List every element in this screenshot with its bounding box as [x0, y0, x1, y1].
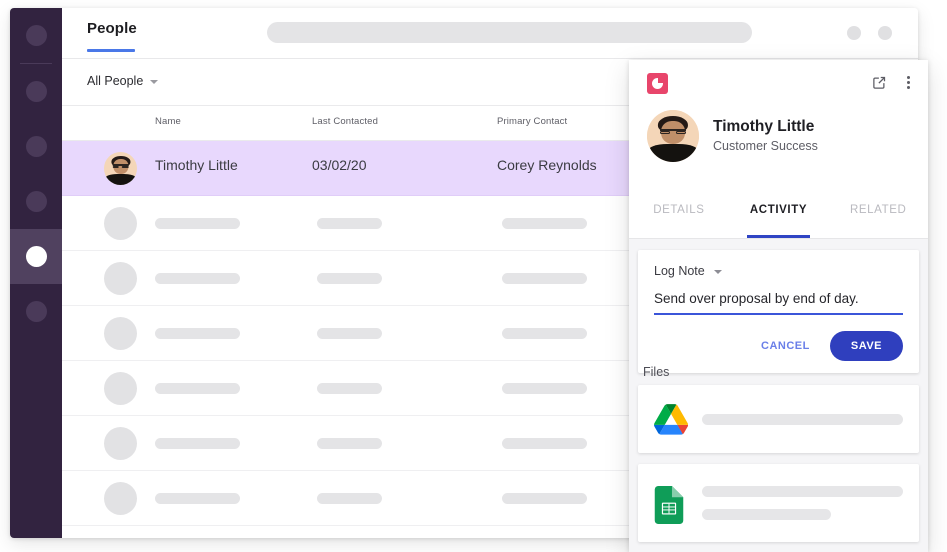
cell-placeholder-name — [155, 383, 240, 394]
screenshot-root: People All People Name Last Contacted Pr… — [0, 0, 947, 552]
open-in-new-icon[interactable] — [872, 75, 887, 90]
sidebar-item-3[interactable] — [10, 119, 62, 174]
sidebar-item-4[interactable] — [10, 174, 62, 229]
tab-activity[interactable]: ACTIVITY — [729, 198, 829, 238]
avatar-placeholder — [104, 207, 137, 240]
log-note-card: Log Note Send over proposal by end of da… — [638, 250, 919, 373]
column-header-name: Name — [155, 116, 181, 127]
file-name-placeholder — [702, 413, 903, 425]
column-header-last-contacted: Last Contacted — [312, 116, 379, 127]
cell-placeholder-last-contacted — [317, 218, 382, 229]
avatar-placeholder — [104, 427, 137, 460]
sidebar — [10, 8, 62, 538]
copper-crm-logo-icon — [647, 73, 668, 94]
avatar-placeholder — [104, 482, 137, 515]
cell-placeholder-last-contacted — [317, 383, 382, 394]
sidebar-dot-icon — [25, 136, 47, 157]
avatar — [104, 152, 137, 185]
panel-person-summary: Timothy Little Customer Success — [647, 110, 818, 162]
cancel-button[interactable]: CANCEL — [751, 333, 820, 359]
panel-tabs: DETAILS ACTIVITY RELATED — [629, 198, 928, 238]
google-drive-icon — [654, 402, 689, 436]
logo-glyph — [652, 77, 664, 89]
cell-placeholder-name — [155, 328, 240, 339]
cell-placeholder-primary-contact — [502, 493, 587, 504]
cell-placeholder-name — [155, 493, 240, 504]
sidebar-dot-icon — [25, 25, 47, 46]
cell-placeholder-primary-contact — [502, 273, 587, 284]
cell-placeholder-name — [155, 273, 240, 284]
cell-placeholder-primary-contact — [502, 328, 587, 339]
sidebar-item-2[interactable] — [10, 64, 62, 119]
kebab-menu-icon[interactable] — [900, 74, 916, 90]
file-card-drive[interactable] — [638, 385, 919, 453]
cell-placeholder-last-contacted — [317, 328, 382, 339]
tab-related[interactable]: RELATED — [828, 198, 928, 238]
google-sheets-icon — [654, 486, 688, 524]
avatar-placeholder — [104, 262, 137, 295]
topbar-icon-1[interactable] — [847, 26, 861, 40]
search-input[interactable] — [267, 22, 752, 43]
file-card-sheets[interactable] — [638, 464, 919, 542]
panel-header-actions — [872, 74, 916, 90]
cell-placeholder-last-contacted — [317, 438, 382, 449]
cell-primary-contact: Corey Reynolds — [497, 157, 597, 173]
filter-all-people-label[interactable]: All People — [87, 74, 143, 88]
sidebar-item-1[interactable] — [10, 8, 62, 63]
tab-details[interactable]: DETAILS — [629, 198, 729, 238]
cell-last-contacted: 03/02/20 — [312, 157, 367, 173]
chevron-down-icon — [713, 270, 722, 274]
panel-person-name: Timothy Little — [713, 118, 815, 135]
tab-people[interactable]: People — [87, 20, 137, 37]
column-header-primary-contact: Primary Contact — [497, 116, 568, 127]
cell-name: Timothy Little — [155, 157, 238, 173]
tab-people-underline — [87, 49, 135, 52]
top-bar: People — [62, 8, 918, 59]
panel-person-role: Customer Success — [713, 139, 818, 153]
save-button[interactable]: SAVE — [829, 331, 903, 361]
contact-detail-panel: Timothy Little Customer Success DETAILS … — [629, 60, 928, 552]
sidebar-item-5-active[interactable] — [10, 229, 62, 284]
cell-placeholder-last-contacted — [317, 493, 382, 504]
cell-placeholder-last-contacted — [317, 273, 382, 284]
cell-placeholder-name — [155, 218, 240, 229]
cell-placeholder-name — [155, 438, 240, 449]
avatar-placeholder — [104, 317, 137, 350]
note-type-selector[interactable]: Log Note — [654, 264, 903, 278]
sidebar-dot-icon — [25, 246, 47, 267]
note-type-label: Log Note — [654, 264, 705, 278]
note-actions: CANCEL SAVE — [654, 331, 903, 361]
sidebar-item-6[interactable] — [10, 284, 62, 339]
cell-placeholder-primary-contact — [502, 438, 587, 449]
cell-placeholder-primary-contact — [502, 383, 587, 394]
chevron-down-icon[interactable] — [150, 80, 158, 84]
avatar — [647, 110, 699, 162]
panel-header: Timothy Little Customer Success DETAILS … — [629, 60, 928, 239]
topbar-avatar[interactable] — [878, 26, 892, 40]
sidebar-dot-icon — [25, 301, 47, 322]
note-text-input[interactable]: Send over proposal by end of day. — [654, 291, 903, 315]
file-name-placeholder — [702, 486, 903, 520]
files-heading: Files — [643, 365, 670, 379]
cell-placeholder-primary-contact — [502, 218, 587, 229]
sidebar-dot-icon — [25, 191, 47, 212]
avatar-placeholder — [104, 372, 137, 405]
sidebar-dot-icon — [25, 81, 47, 102]
